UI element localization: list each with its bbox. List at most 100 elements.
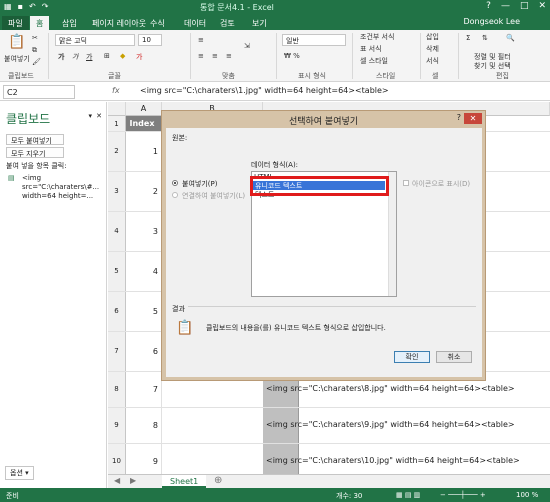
scroll-left-icon[interactable]: ◀ [114,476,120,485]
align-left-icon[interactable]: ≡ [198,52,204,60]
cell-style-button[interactable]: 셀 스타일 [360,56,388,66]
options-button[interactable]: 옵션 ▾ [5,466,34,480]
row-header[interactable]: 7 [108,332,126,371]
index-cell[interactable]: 6 [126,332,162,371]
column-header-a[interactable]: A [126,102,162,116]
row-header[interactable]: 3 [108,172,126,211]
function-icon[interactable]: fx [112,86,120,95]
cancel-button[interactable]: 취소 [436,351,472,363]
find-select-button[interactable]: 찾기 및 선택 [474,61,511,71]
index-cell[interactable]: 3 [126,212,162,251]
table-row[interactable]: 9 8 <img src="C:\charaters\9.jpg" width=… [108,408,550,444]
pane-dropdown-icon[interactable]: ▾ [88,112,92,120]
row-header[interactable]: 2 [108,132,126,171]
dialog-close-button[interactable]: ✕ [464,113,482,124]
pane-close-icon[interactable]: ✕ [96,112,102,120]
tab-review[interactable]: 검토 [214,16,241,30]
header-cell-index[interactable]: Index [126,116,162,131]
view-mode-icons[interactable]: ▦ ▤ ▥ [396,491,420,499]
index-cell[interactable]: 7 [126,372,162,407]
clear-all-button[interactable]: 모두 지우기 [6,147,64,158]
tab-home[interactable]: 홈 [30,16,50,30]
font-size-select[interactable]: 10 [138,34,162,46]
minimize-icon[interactable]: — [501,1,510,11]
number-format-select[interactable]: 일반 [282,34,346,46]
index-cell[interactable]: 2 [126,172,162,211]
sort-filter-icon[interactable]: ⇅ [482,34,488,42]
row-header[interactable]: 5 [108,252,126,291]
tab-view[interactable]: 보기 [246,16,273,30]
cut-icon[interactable]: ✂ [32,34,38,42]
align-top-icon[interactable]: ≡ [198,36,204,44]
clipboard-entry[interactable]: ▤ <img src="C:\charaters\#... width=64 h… [8,174,100,208]
index-cell[interactable]: 8 [126,408,162,443]
list-scrollbar[interactable] [388,172,396,296]
underline-icon[interactable]: 가 [86,52,92,62]
save-icon[interactable]: ▪ [18,2,23,11]
row-header[interactable]: 6 [108,292,126,331]
currency-icon[interactable]: ₩ % [284,52,300,60]
help-icon[interactable]: ? [486,1,491,11]
paste-button[interactable]: 붙여넣기 [4,54,30,64]
wrap-text-icon[interactable]: ⇲ [244,42,250,50]
paste-radio[interactable] [172,180,178,186]
fill-color-icon[interactable]: ◆ [120,52,125,60]
index-cell[interactable]: 4 [126,252,162,291]
align-right-icon[interactable]: ≡ [226,52,232,60]
find-icon[interactable]: 🔍 [506,34,515,42]
paste-link-radio-label[interactable]: 연결하여 붙여넣기(L) [182,191,245,201]
sum-icon[interactable]: Σ [466,34,470,42]
maximize-icon[interactable]: □ [520,1,529,11]
format-painter-icon[interactable]: 🖌 [32,58,41,66]
tab-insert[interactable]: 삽입 [56,16,83,30]
paste-icon[interactable]: 📋 [8,34,25,50]
select-all-corner[interactable] [108,102,126,116]
italic-icon[interactable]: 가 [72,52,78,62]
undo-icon[interactable]: ↶ [29,2,36,11]
index-cell[interactable]: 5 [126,292,162,331]
table-format-button[interactable]: 표 서식 [360,44,382,54]
row-header[interactable]: 10 [108,444,126,474]
row-header[interactable]: 9 [108,408,126,443]
tab-page-layout[interactable]: 페이지 레이아웃 [86,16,152,30]
format-cells-button[interactable]: 서식 [426,56,439,66]
zoom-slider[interactable]: − ───┼─── + [440,491,486,499]
user-name[interactable]: Dongseok Lee [463,17,520,26]
font-name-select[interactable]: 맑은 고딕 [55,34,135,46]
display-icon-checkbox[interactable] [403,180,409,186]
insert-cells-button[interactable]: 삽입 [426,32,439,42]
row-header[interactable]: 1 [108,116,126,131]
conditional-format-button[interactable]: 조건부 서식 [360,32,394,42]
index-cell[interactable]: 1 [126,132,162,171]
tab-formulas[interactable]: 수식 [144,16,171,30]
font-color-icon[interactable]: 가 [136,52,142,62]
zoom-level[interactable]: 100 % [516,491,538,499]
row-header[interactable]: 4 [108,212,126,251]
row-header[interactable]: 8 [108,372,126,407]
tab-data[interactable]: 데이터 [178,16,212,30]
close-icon[interactable]: ✕ [538,1,546,11]
add-sheet-icon[interactable]: ⊕ [214,475,222,486]
dialog-help-button[interactable]: ? [457,113,461,122]
copy-icon[interactable]: ⧉ [32,46,37,55]
redo-icon[interactable]: ↷ [42,2,49,11]
tab-file[interactable]: 파일 [2,16,29,30]
scroll-right-icon[interactable]: ▶ [130,476,136,485]
sheet-tab-sheet1[interactable]: Sheet1 [162,475,207,488]
table-row[interactable]: 10 9 <img src="C:\charaters\10.jpg" widt… [108,444,550,474]
delete-cells-button[interactable]: 삭제 [426,44,439,54]
formula-input[interactable]: <img src="C:\charaters\1.jpg" width=64 h… [140,86,389,95]
name-box[interactable]: C2 [3,85,75,99]
paste-link-radio[interactable] [172,192,178,198]
group-clipboard-label: 클립보드 [8,72,34,80]
align-center-icon[interactable]: ≡ [212,52,218,60]
border-icon[interactable]: ⊞ [104,52,110,60]
index-cell[interactable]: 9 [126,444,162,474]
display-icon-label[interactable]: 아이콘으로 표시(D) [412,179,470,189]
ok-button[interactable]: 확인 [394,351,430,363]
group-styles-label: 스타일 [376,72,396,80]
group-alignment-label: 맞춤 [222,72,235,80]
bold-icon[interactable]: 가 [58,52,64,62]
paste-all-button[interactable]: 모두 붙여넣기 [6,134,64,145]
paste-radio-label[interactable]: 붙여넣기(P) [182,179,217,189]
